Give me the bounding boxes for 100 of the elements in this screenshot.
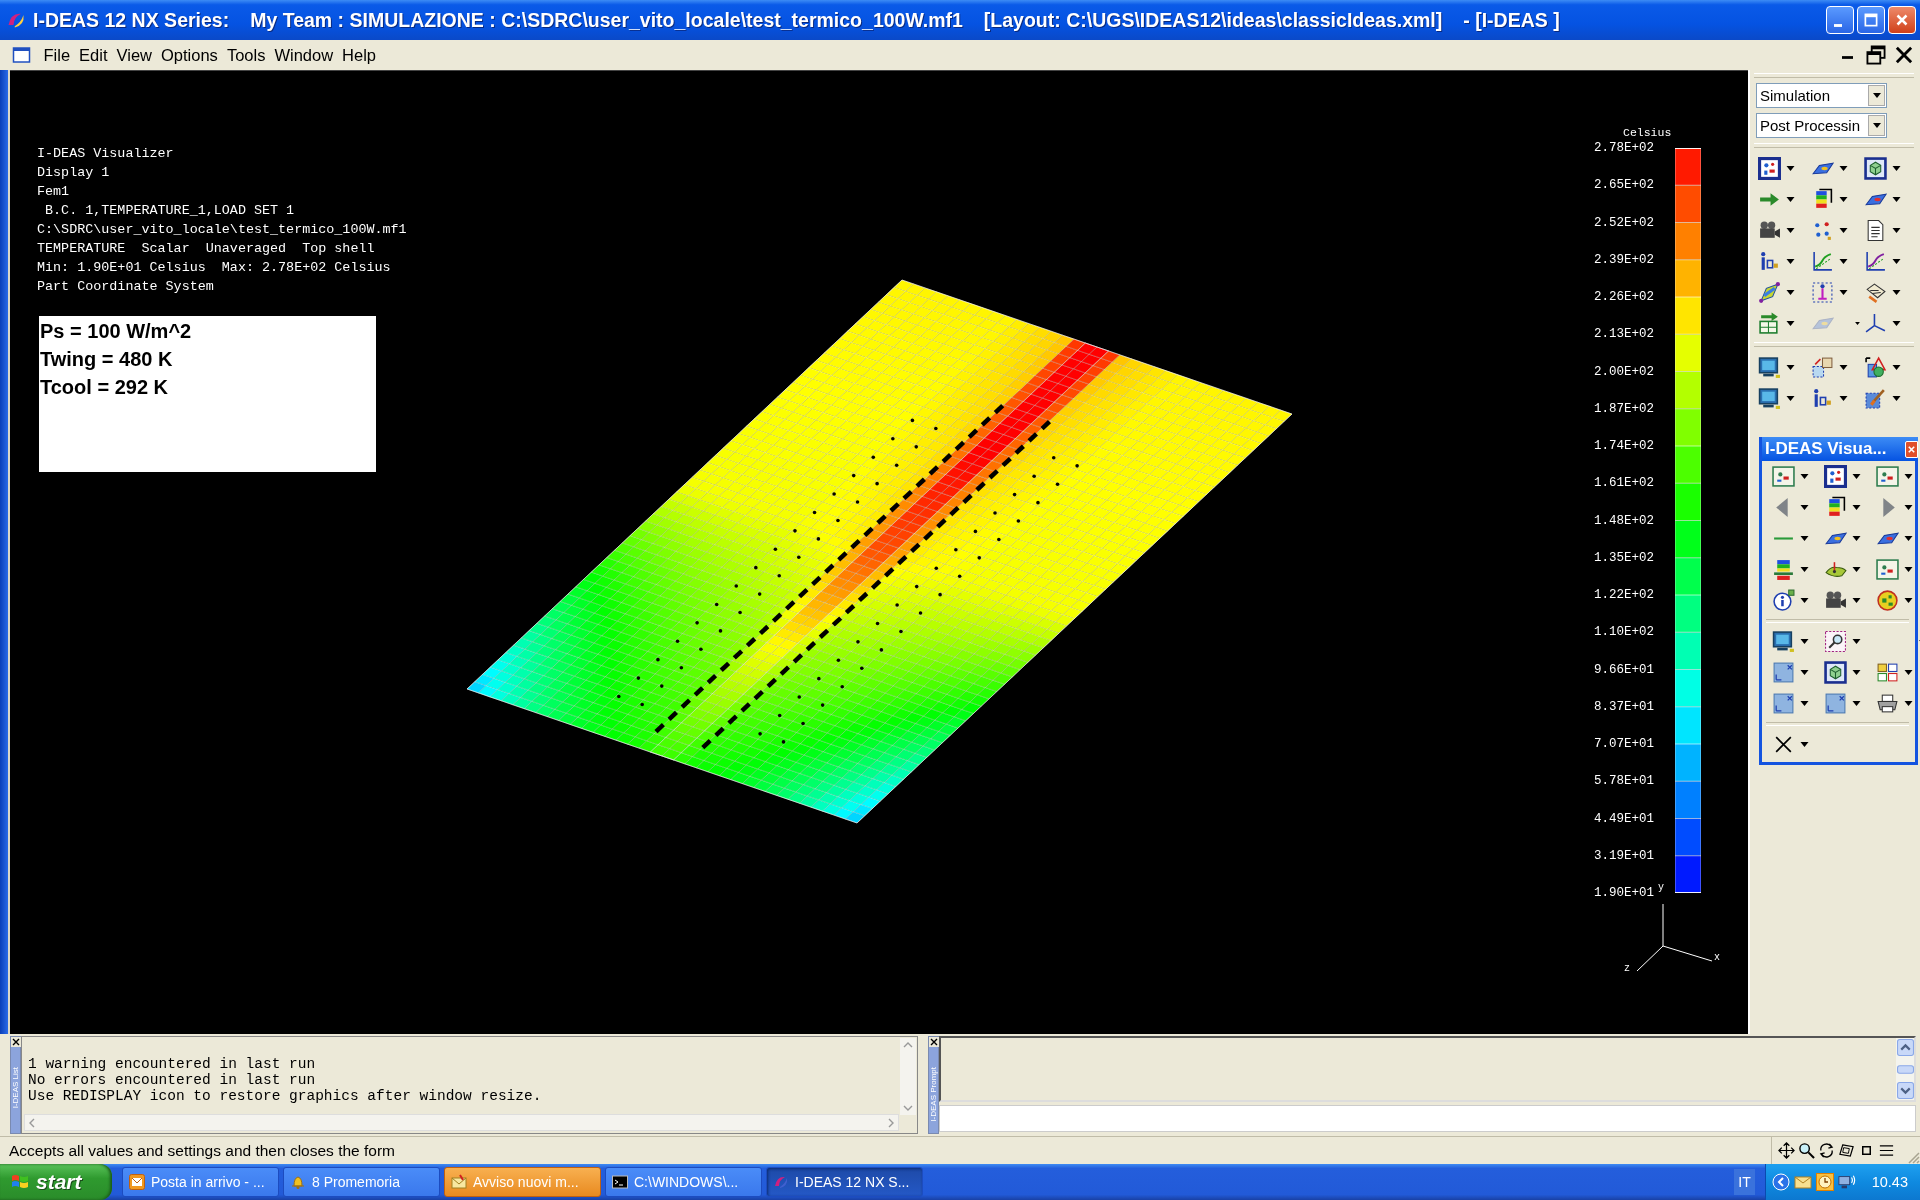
dropdown-caret-icon[interactable] bbox=[1800, 536, 1809, 541]
mode-dropdown[interactable]: Simulation bbox=[1756, 83, 1887, 108]
view-square-icon[interactable] bbox=[1772, 692, 1795, 715]
taskbar-button[interactable]: I-DEAS 12 NX S... bbox=[766, 1167, 923, 1197]
menu-item[interactable]: Tools bbox=[222, 45, 270, 65]
dropdown-caret-icon[interactable] bbox=[1786, 259, 1795, 264]
dropdown-caret-icon[interactable] bbox=[1892, 259, 1901, 264]
menu-item[interactable]: Window bbox=[269, 45, 338, 65]
monitor-icon[interactable] bbox=[1758, 387, 1781, 410]
close-button[interactable] bbox=[1888, 6, 1916, 34]
menu-icon[interactable] bbox=[1878, 1142, 1895, 1159]
dropdown-caret-icon[interactable] bbox=[1800, 505, 1809, 510]
strip-icon[interactable] bbox=[1758, 281, 1781, 304]
grid-icon[interactable] bbox=[1876, 661, 1899, 684]
view-square-icon[interactable] bbox=[1824, 692, 1847, 715]
menu-item[interactable]: Options bbox=[156, 45, 223, 65]
dropdown-caret-icon[interactable] bbox=[1904, 567, 1913, 572]
cube-icon[interactable] bbox=[1864, 157, 1887, 180]
restore-icon[interactable] bbox=[1866, 45, 1886, 65]
info-circle-icon[interactable] bbox=[1772, 589, 1795, 612]
dropdown-caret-icon[interactable] bbox=[1786, 197, 1795, 202]
dropdown-caret-icon[interactable] bbox=[1800, 742, 1809, 747]
dropdown-caret-icon[interactable] bbox=[1855, 322, 1860, 325]
graph-icon[interactable] bbox=[1811, 250, 1834, 273]
view-square-icon[interactable] bbox=[1772, 661, 1795, 684]
dropdown-caret-icon[interactable] bbox=[1839, 290, 1848, 295]
language-indicator[interactable]: IT bbox=[1734, 1169, 1755, 1195]
info-icon[interactable] bbox=[1758, 250, 1781, 273]
close-icon[interactable] bbox=[928, 1037, 939, 1047]
printer-icon[interactable] bbox=[1876, 692, 1899, 715]
zoom-icon[interactable] bbox=[1798, 1142, 1815, 1159]
dropdown-caret-icon[interactable] bbox=[1904, 701, 1913, 706]
taskbar-button[interactable]: C:\WINDOWS\... bbox=[605, 1167, 762, 1197]
menu-item[interactable]: Help bbox=[337, 45, 381, 65]
framed-square-icon[interactable] bbox=[1758, 157, 1781, 180]
dropdown-caret-icon[interactable] bbox=[1839, 259, 1848, 264]
dropdown-caret-icon[interactable] bbox=[1892, 197, 1901, 202]
dropdown-arrow-button[interactable] bbox=[1868, 115, 1885, 136]
menu-item[interactable]: File bbox=[39, 45, 75, 65]
dropdown-caret-icon[interactable] bbox=[1800, 639, 1809, 644]
clock-time[interactable]: 10.43 bbox=[1871, 1174, 1908, 1190]
fit-view-icon[interactable] bbox=[1838, 1142, 1855, 1159]
dropdown-caret-icon[interactable] bbox=[1800, 474, 1809, 479]
taskbar-button[interactable]: 8 Promemoria bbox=[283, 1167, 440, 1197]
dropdown-caret-icon[interactable] bbox=[1839, 365, 1848, 370]
dropdown-caret-icon[interactable] bbox=[1892, 396, 1901, 401]
network-icon[interactable] bbox=[1837, 1173, 1856, 1191]
dropdown-caret-icon[interactable] bbox=[1839, 396, 1848, 401]
dropdown-caret-icon[interactable] bbox=[1852, 701, 1861, 706]
taskbar-button[interactable]: Posta in arrivo - ... bbox=[122, 1167, 279, 1197]
dropdown-caret-icon[interactable] bbox=[1892, 166, 1901, 171]
menu-item[interactable]: View bbox=[112, 45, 157, 65]
scroll-thumb-icon[interactable] bbox=[1896, 1064, 1914, 1074]
dropdown-caret-icon[interactable] bbox=[1892, 228, 1901, 233]
tag-icon[interactable] bbox=[1864, 281, 1887, 304]
clock-icon[interactable] bbox=[1815, 1173, 1834, 1191]
window-icon[interactable] bbox=[12, 47, 31, 63]
graphics-viewport[interactable] bbox=[10, 70, 1748, 1034]
graph-icon[interactable] bbox=[1864, 250, 1887, 273]
move-icon[interactable] bbox=[1778, 1142, 1795, 1159]
framed-square-icon[interactable] bbox=[1824, 465, 1847, 488]
dropdown-caret-icon[interactable] bbox=[1800, 670, 1809, 675]
minimize-button[interactable] bbox=[1826, 6, 1854, 34]
circle-icon[interactable] bbox=[1876, 589, 1899, 612]
axes-icon[interactable] bbox=[1864, 312, 1887, 335]
vertical-scrollbar[interactable] bbox=[1896, 1038, 1914, 1100]
dropdown-caret-icon[interactable] bbox=[1904, 670, 1913, 675]
dropdown-caret-icon[interactable] bbox=[1852, 474, 1861, 479]
dropdown-caret-icon[interactable] bbox=[1839, 197, 1848, 202]
dropdown-caret-icon[interactable] bbox=[1800, 701, 1809, 706]
dropdown-caret-icon[interactable] bbox=[1800, 567, 1809, 572]
dropdown-caret-icon[interactable] bbox=[1852, 536, 1861, 541]
menu-item[interactable]: Edit bbox=[74, 45, 113, 65]
dropdown-caret-icon[interactable] bbox=[1892, 321, 1901, 326]
maximize-button[interactable] bbox=[1857, 6, 1885, 34]
dropdown-caret-icon[interactable] bbox=[1892, 290, 1901, 295]
vertical-scrollbar[interactable] bbox=[900, 1038, 916, 1115]
dropdown-caret-icon[interactable] bbox=[1852, 505, 1861, 510]
close-icon[interactable] bbox=[1894, 45, 1914, 65]
dropdown-caret-icon[interactable] bbox=[1904, 598, 1913, 603]
dropdown-caret-icon[interactable] bbox=[1852, 639, 1861, 644]
dropdown-caret-icon[interactable] bbox=[1839, 228, 1848, 233]
stacked-bars-icon[interactable] bbox=[1772, 558, 1795, 581]
dropdown-caret-icon[interactable] bbox=[1839, 166, 1848, 171]
zoom-icon[interactable] bbox=[1824, 630, 1847, 653]
monitor-icon[interactable] bbox=[1772, 630, 1795, 653]
dropdown-caret-icon[interactable] bbox=[1904, 505, 1913, 510]
dashed-frame-icon[interactable] bbox=[1811, 281, 1834, 304]
shapes-icon[interactable] bbox=[1864, 356, 1887, 379]
brush-icon[interactable] bbox=[1864, 387, 1887, 410]
monitor-icon[interactable] bbox=[1758, 356, 1781, 379]
close-icon[interactable] bbox=[10, 1037, 21, 1047]
horizontal-scrollbar[interactable] bbox=[24, 1114, 899, 1131]
dropdown-caret-icon[interactable] bbox=[1786, 321, 1795, 326]
dropdown-caret-icon[interactable] bbox=[1904, 474, 1913, 479]
info-icon[interactable] bbox=[1811, 387, 1834, 410]
dropdown-arrow-button[interactable] bbox=[1868, 85, 1885, 106]
dropdown-caret-icon[interactable] bbox=[1800, 598, 1809, 603]
mail-icon[interactable] bbox=[1793, 1173, 1812, 1191]
close-button[interactable] bbox=[1905, 440, 1918, 458]
